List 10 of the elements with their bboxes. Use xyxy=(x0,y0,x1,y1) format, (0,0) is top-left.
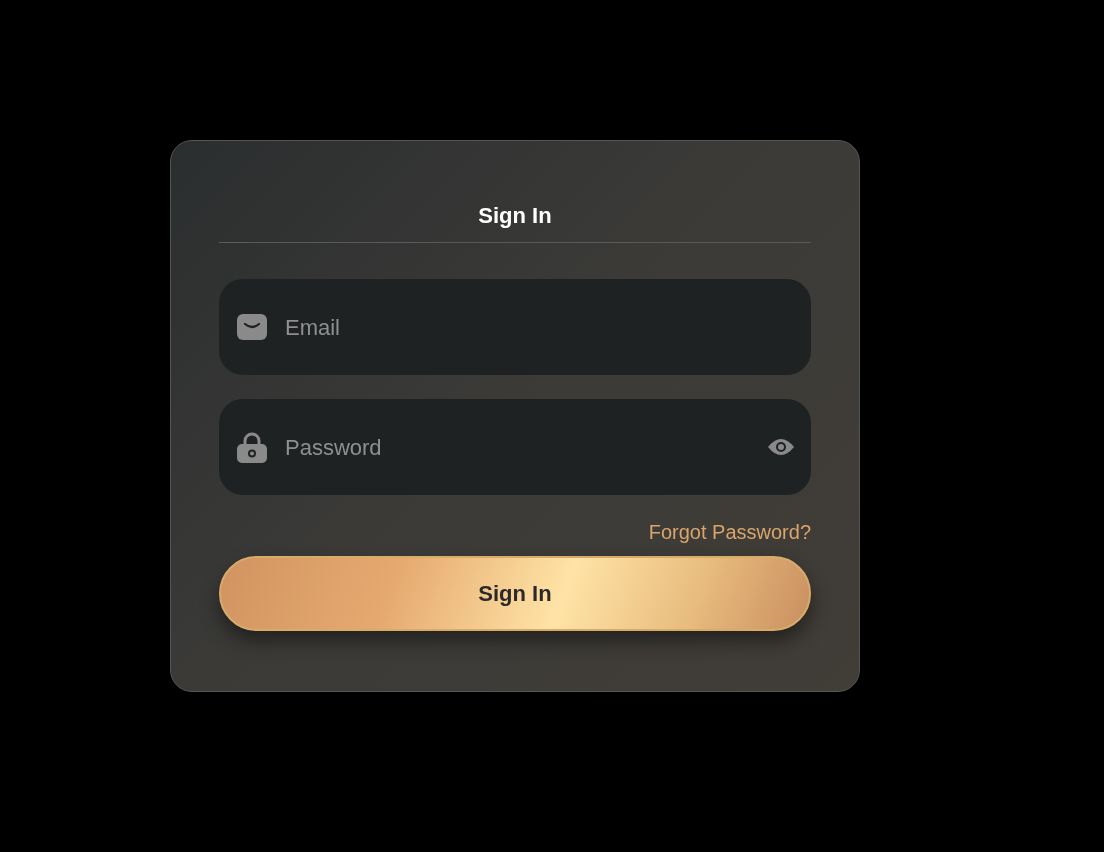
lock-icon xyxy=(237,431,267,463)
email-field[interactable]: Email xyxy=(285,310,794,344)
forgot-password-link[interactable]: Forgot Password? xyxy=(648,519,811,545)
eye-icon[interactable] xyxy=(768,437,794,457)
password-field[interactable]: Password xyxy=(285,430,750,464)
password-input-box[interactable]: Password xyxy=(219,399,811,495)
card-title: Sign In xyxy=(477,202,553,230)
email-input-box[interactable]: Email xyxy=(219,279,811,375)
mail-icon xyxy=(237,314,267,340)
sign-in-button[interactable]: Sign In xyxy=(219,556,811,631)
